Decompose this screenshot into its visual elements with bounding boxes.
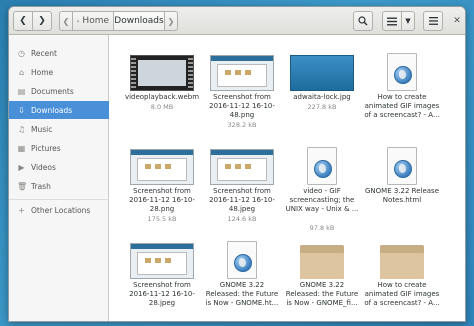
download-icon: ⇩	[18, 105, 25, 115]
view-options-button[interactable]: ▼	[401, 11, 415, 31]
sidebar-item-label: Home	[31, 67, 54, 77]
music-icon: ♫	[17, 124, 26, 134]
file-name: GNOME 3.22 Released: the Future is Now -…	[205, 281, 279, 307]
breadcrumb-home[interactable]: Home	[72, 11, 114, 31]
screenshot-thumbnail	[210, 149, 274, 185]
sidebar-item-label: Pictures	[31, 143, 61, 153]
chevron-left-icon: ❮	[62, 16, 70, 26]
file-name: Screenshot from 2016-11-12 16-10-28.png	[129, 187, 195, 213]
sidebar-item-label: Videos	[31, 162, 56, 172]
screenshot-thumbnail	[210, 55, 274, 91]
plus-icon: +	[18, 205, 25, 215]
file-name: GNOME 3.22 Release Notes.html	[364, 187, 440, 204]
chevron-right-icon: ❯	[167, 16, 175, 26]
trash-icon: 🗑	[17, 181, 28, 191]
html-document-icon	[307, 147, 337, 185]
home-icon: ⌂	[18, 67, 25, 77]
path-scroll-right-button[interactable]: ❯	[164, 11, 178, 31]
breadcrumb-current[interactable]: Downloads	[113, 11, 165, 31]
sidebar-item-documents[interactable]: ▤ Documents	[9, 82, 109, 100]
sidebar-item-label: Downloads	[31, 105, 73, 115]
html-document-icon	[227, 241, 257, 279]
search-button[interactable]	[353, 11, 373, 31]
video-thumbnail	[130, 55, 194, 91]
home-icon	[77, 19, 80, 23]
close-icon: ✕	[453, 16, 461, 26]
sidebar-item-label: Other Locations	[31, 205, 91, 215]
sidebar-item-downloads[interactable]: ⇩ Downloads	[9, 101, 109, 119]
folder-icon	[380, 245, 424, 279]
breadcrumb-current-label: Downloads	[114, 16, 164, 26]
chevron-right-icon: ❯	[38, 16, 46, 26]
file-size: 328.2 kB	[227, 121, 257, 129]
html-document-icon	[387, 53, 417, 91]
file-size: 8.0 MB	[150, 103, 174, 111]
sidebar-item-home[interactable]: ⌂ Home	[9, 63, 109, 81]
sidebar-item-label: Documents	[31, 86, 74, 96]
sidebar-divider	[9, 199, 109, 200]
file-name: Screenshot from 2016-11-12 16-10-48.png	[209, 93, 275, 119]
screenshot-thumbnail	[130, 149, 194, 185]
html-document-icon	[387, 147, 417, 185]
sidebar-item-label: Trash	[31, 181, 51, 191]
sidebar-item-label: Music	[31, 124, 53, 134]
video-icon: ▶	[18, 162, 25, 172]
folder-icon	[300, 245, 344, 279]
file-size: 227.8 kB	[307, 103, 337, 111]
close-window-button[interactable]: ✕	[449, 14, 465, 28]
sidebar-item-music[interactable]: ♫ Music	[9, 120, 109, 138]
sidebar-item-trash[interactable]: 🗑 Trash	[9, 177, 109, 195]
file-name: GNOME 3.22 Released: the Future is Now -…	[285, 281, 359, 307]
list-view-icon	[387, 17, 397, 25]
sidebar-item-other-locations[interactable]: + Other Locations	[9, 201, 109, 219]
view-mode-button[interactable]	[382, 11, 402, 31]
file-name: videoplayback.webm	[124, 93, 200, 101]
file-size: 175.5 kB	[147, 215, 177, 223]
breadcrumb-home-label: Home	[82, 16, 109, 26]
screenshot-thumbnail	[130, 243, 194, 279]
file-manager-window: ❮ ❯ ❮ Home Downloads ❯ ▼ ✕ ◷ Recent ⌂ Ho…	[8, 6, 466, 322]
hamburger-menu-icon	[428, 17, 438, 25]
back-button[interactable]: ❮	[13, 11, 33, 31]
sidebar-item-pictures[interactable]: ▦ Pictures	[9, 139, 109, 157]
file-name: video - GIF screencasting; the UNIX way …	[285, 187, 359, 213]
menu-button[interactable]	[423, 11, 443, 31]
sidebar-item-videos[interactable]: ▶ Videos	[9, 158, 109, 176]
file-name: adwaita-lock.jpg	[293, 93, 351, 101]
places-sidebar: ◷ Recent ⌂ Home ▤ Documents ⇩ Downloads …	[9, 35, 109, 321]
file-name: Screenshot from 2016-11-12 16-10-48.jpeg	[209, 187, 275, 213]
forward-button[interactable]: ❯	[32, 11, 52, 31]
picture-icon: ▦	[17, 143, 26, 153]
header-bar: ❮ ❯ ❮ Home Downloads ❯ ▼ ✕	[9, 7, 465, 35]
sidebar-item-recent[interactable]: ◷ Recent	[9, 44, 109, 62]
clock-icon: ◷	[18, 48, 25, 58]
chevron-down-icon: ▼	[405, 17, 411, 25]
file-name: How to create animated GIF images of a s…	[364, 281, 440, 307]
document-icon: ▤	[17, 86, 26, 96]
file-name: Screenshot from 2016-11-12 16-10-28.jpeg	[129, 281, 195, 307]
file-name: How to create animated GIF images of a s…	[364, 93, 440, 119]
image-thumbnail	[290, 55, 354, 91]
search-icon	[358, 16, 368, 26]
file-grid: videoplayback.webm 8.0 MB Screenshot fro…	[110, 35, 465, 321]
chevron-left-icon: ❮	[19, 16, 27, 26]
sidebar-item-label: Recent	[31, 48, 57, 58]
path-scroll-left-button[interactable]: ❮	[59, 11, 73, 31]
file-size: 124.6 kB	[227, 215, 257, 223]
